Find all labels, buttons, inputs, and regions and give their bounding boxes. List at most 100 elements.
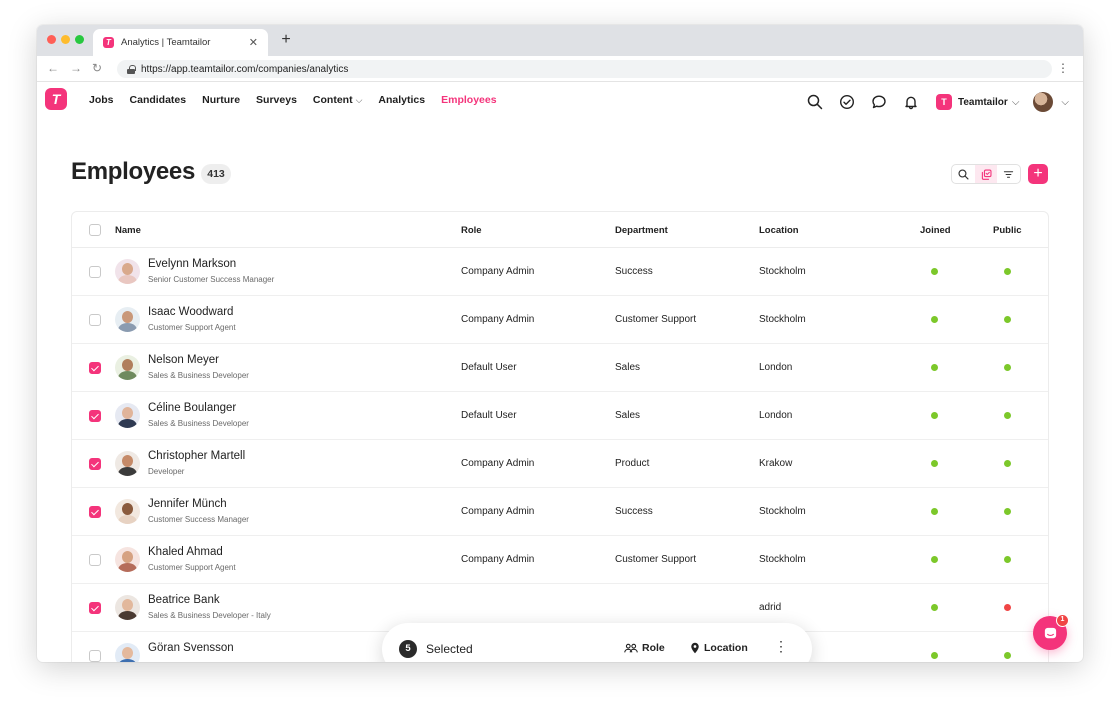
map-pin-icon bbox=[691, 642, 699, 654]
check-circle-icon[interactable] bbox=[838, 93, 856, 111]
search-icon[interactable] bbox=[952, 165, 975, 183]
column-header-public[interactable]: Public bbox=[993, 225, 1022, 236]
employee-name[interactable]: Khaled Ahmad bbox=[148, 546, 223, 558]
chat-launcher-button[interactable]: 1 bbox=[1033, 614, 1069, 650]
employee-role: Company Admin bbox=[461, 314, 535, 325]
table-row[interactable]: Isaac Woodward Customer Support Agent Comp… bbox=[72, 296, 1048, 344]
employee-name[interactable]: Céline Boulanger bbox=[148, 402, 236, 414]
row-checkbox[interactable] bbox=[89, 410, 101, 422]
employee-location: London bbox=[759, 410, 793, 421]
employee-title: Senior Customer Success Manager bbox=[148, 275, 275, 284]
employee-name[interactable]: Christopher Martell bbox=[148, 450, 245, 462]
row-checkbox[interactable] bbox=[89, 362, 101, 374]
nav-item-jobs[interactable]: Jobs bbox=[89, 94, 114, 106]
employee-department: Sales bbox=[615, 410, 641, 421]
row-checkbox[interactable] bbox=[89, 602, 101, 614]
column-header-location[interactable]: Location bbox=[759, 225, 799, 236]
row-checkbox[interactable] bbox=[89, 314, 101, 326]
chat-bubble-icon[interactable] bbox=[870, 93, 888, 111]
joined-status-dot bbox=[931, 316, 938, 323]
employee-avatar bbox=[115, 355, 140, 380]
employee-name[interactable]: Nelson Meyer bbox=[148, 354, 219, 366]
bulk-selection-bar: 5 Selected Role Location ⋮ bbox=[382, 623, 812, 662]
more-options-icon[interactable]: ⋮ bbox=[774, 639, 788, 653]
browser-tab[interactable]: T Analytics | Teamtailor ✕ bbox=[93, 29, 268, 56]
employees-table: Name Role Department Location Joined Pub… bbox=[71, 211, 1049, 662]
add-employee-button[interactable]: + bbox=[1028, 164, 1048, 184]
public-status-dot bbox=[1004, 412, 1011, 419]
table-row[interactable]: Jennifer Münch Customer Success Manager Co… bbox=[72, 488, 1048, 536]
employee-name[interactable]: Jennifer Münch bbox=[148, 498, 227, 510]
public-status-dot bbox=[1004, 364, 1011, 371]
nav-item-nurture[interactable]: Nurture bbox=[202, 94, 240, 106]
company-name: Teamtailor bbox=[957, 96, 1008, 108]
select-all-checkbox[interactable] bbox=[89, 224, 101, 236]
employee-avatar bbox=[115, 499, 140, 524]
employee-name[interactable]: Beatrice Bank bbox=[148, 594, 220, 606]
bulk-location-button[interactable]: Location bbox=[690, 642, 748, 654]
bell-icon[interactable] bbox=[902, 93, 920, 111]
public-status-dot bbox=[1004, 460, 1011, 467]
public-status-dot bbox=[1004, 556, 1011, 563]
row-checkbox[interactable] bbox=[89, 506, 101, 518]
window-close-button[interactable] bbox=[47, 35, 56, 44]
employee-name[interactable]: Göran Svensson bbox=[148, 642, 234, 654]
window-maximize-button[interactable] bbox=[75, 35, 84, 44]
nav-item-surveys[interactable]: Surveys bbox=[256, 94, 297, 106]
employee-location: Krakow bbox=[759, 458, 793, 469]
employee-title: Customer Support Agent bbox=[148, 563, 236, 572]
employee-location: Stockholm bbox=[759, 554, 806, 565]
selected-label: Selected bbox=[426, 642, 473, 656]
nav-item-candidates[interactable]: Candidates bbox=[130, 94, 187, 106]
user-avatar bbox=[1033, 92, 1054, 112]
app-navigation: T Jobs Candidates Nurture Surveys Conten… bbox=[37, 82, 1083, 122]
table-row[interactable]: Evelynn Markson Senior Customer Success M… bbox=[72, 248, 1048, 296]
column-header-joined[interactable]: Joined bbox=[920, 225, 951, 236]
nav-item-content[interactable]: Content ⌵ bbox=[313, 94, 363, 106]
search-icon[interactable] bbox=[806, 93, 824, 111]
back-arrow-icon[interactable]: ← bbox=[47, 61, 59, 75]
teamtailor-favicon-icon: T bbox=[103, 37, 114, 48]
column-header-department[interactable]: Department bbox=[615, 225, 668, 236]
employee-title: Customer Support Agent bbox=[148, 323, 236, 332]
tab-title: Analytics | Teamtailor bbox=[121, 37, 211, 48]
bulk-role-button[interactable]: Role bbox=[624, 642, 665, 654]
bulk-location-label: Location bbox=[704, 642, 748, 654]
teamtailor-logo-icon[interactable]: T bbox=[45, 88, 67, 110]
row-checkbox[interactable] bbox=[89, 458, 101, 470]
nav-item-analytics[interactable]: Analytics bbox=[378, 94, 425, 106]
window-minimize-button[interactable] bbox=[61, 35, 70, 44]
table-row[interactable]: Nelson Meyer Sales & Business Developer De… bbox=[72, 344, 1048, 392]
new-tab-icon[interactable]: + bbox=[277, 31, 295, 49]
nav-item-employees[interactable]: Employees bbox=[441, 94, 496, 106]
table-row[interactable]: Christopher Martell Developer Company Admi… bbox=[72, 440, 1048, 488]
reload-icon[interactable]: ↻ bbox=[92, 61, 102, 75]
column-header-role[interactable]: Role bbox=[461, 225, 482, 236]
employee-department: Success bbox=[615, 506, 653, 517]
row-checkbox[interactable] bbox=[89, 650, 101, 662]
lock-icon bbox=[127, 64, 136, 74]
row-checkbox[interactable] bbox=[89, 266, 101, 278]
row-checkbox[interactable] bbox=[89, 554, 101, 566]
forward-arrow-icon[interactable]: → bbox=[70, 61, 82, 75]
url-field[interactable]: https://app.teamtailor.com/companies/ana… bbox=[117, 60, 1052, 78]
public-status-dot bbox=[1004, 604, 1011, 611]
joined-status-dot bbox=[931, 268, 938, 275]
company-switcher[interactable]: T Teamtailor ⌵ bbox=[935, 94, 1019, 110]
address-bar: ← → ↻ https://app.teamtailor.com/compani… bbox=[37, 56, 1083, 82]
employee-name[interactable]: Isaac Woodward bbox=[148, 306, 233, 318]
bulk-select-icon[interactable] bbox=[974, 165, 998, 183]
employee-name[interactable]: Evelynn Markson bbox=[148, 258, 236, 270]
column-header-name[interactable]: Name bbox=[115, 225, 141, 236]
employee-avatar bbox=[115, 643, 140, 662]
employee-department: Sales bbox=[615, 362, 641, 373]
close-tab-icon[interactable]: ✕ bbox=[249, 36, 258, 49]
filter-icon[interactable] bbox=[997, 165, 1020, 183]
table-row[interactable]: Céline Boulanger Sales & Business Develop… bbox=[72, 392, 1048, 440]
employee-avatar bbox=[115, 403, 140, 428]
user-menu[interactable]: ⌵ bbox=[1033, 92, 1069, 112]
browser-tab-strip: T Analytics | Teamtailor ✕ + bbox=[37, 25, 1083, 56]
table-row[interactable]: Khaled Ahmad Customer Support Agent Compan… bbox=[72, 536, 1048, 584]
browser-menu-icon[interactable]: ⋮ bbox=[1057, 62, 1069, 74]
selected-count-badge: 5 bbox=[399, 640, 417, 658]
